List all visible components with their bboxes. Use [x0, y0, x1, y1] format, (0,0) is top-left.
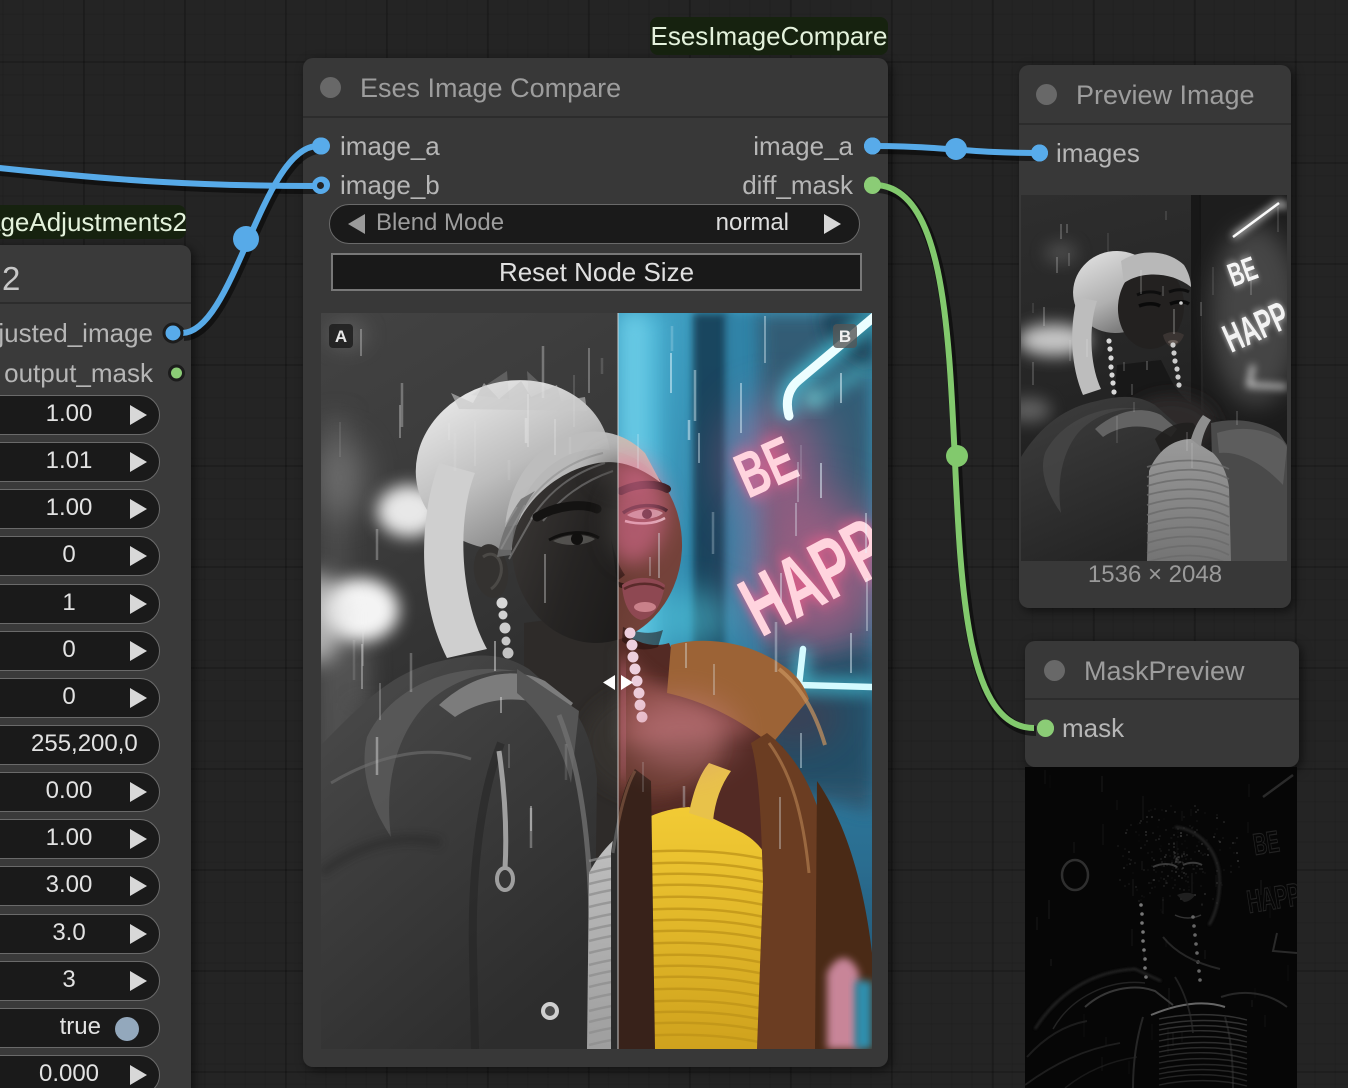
svg-text:B: B	[839, 327, 851, 346]
svg-text:A: A	[335, 327, 347, 346]
svg-text:HAPP: HAPP	[1244, 876, 1297, 920]
svg-text:BE: BE	[1251, 825, 1282, 862]
